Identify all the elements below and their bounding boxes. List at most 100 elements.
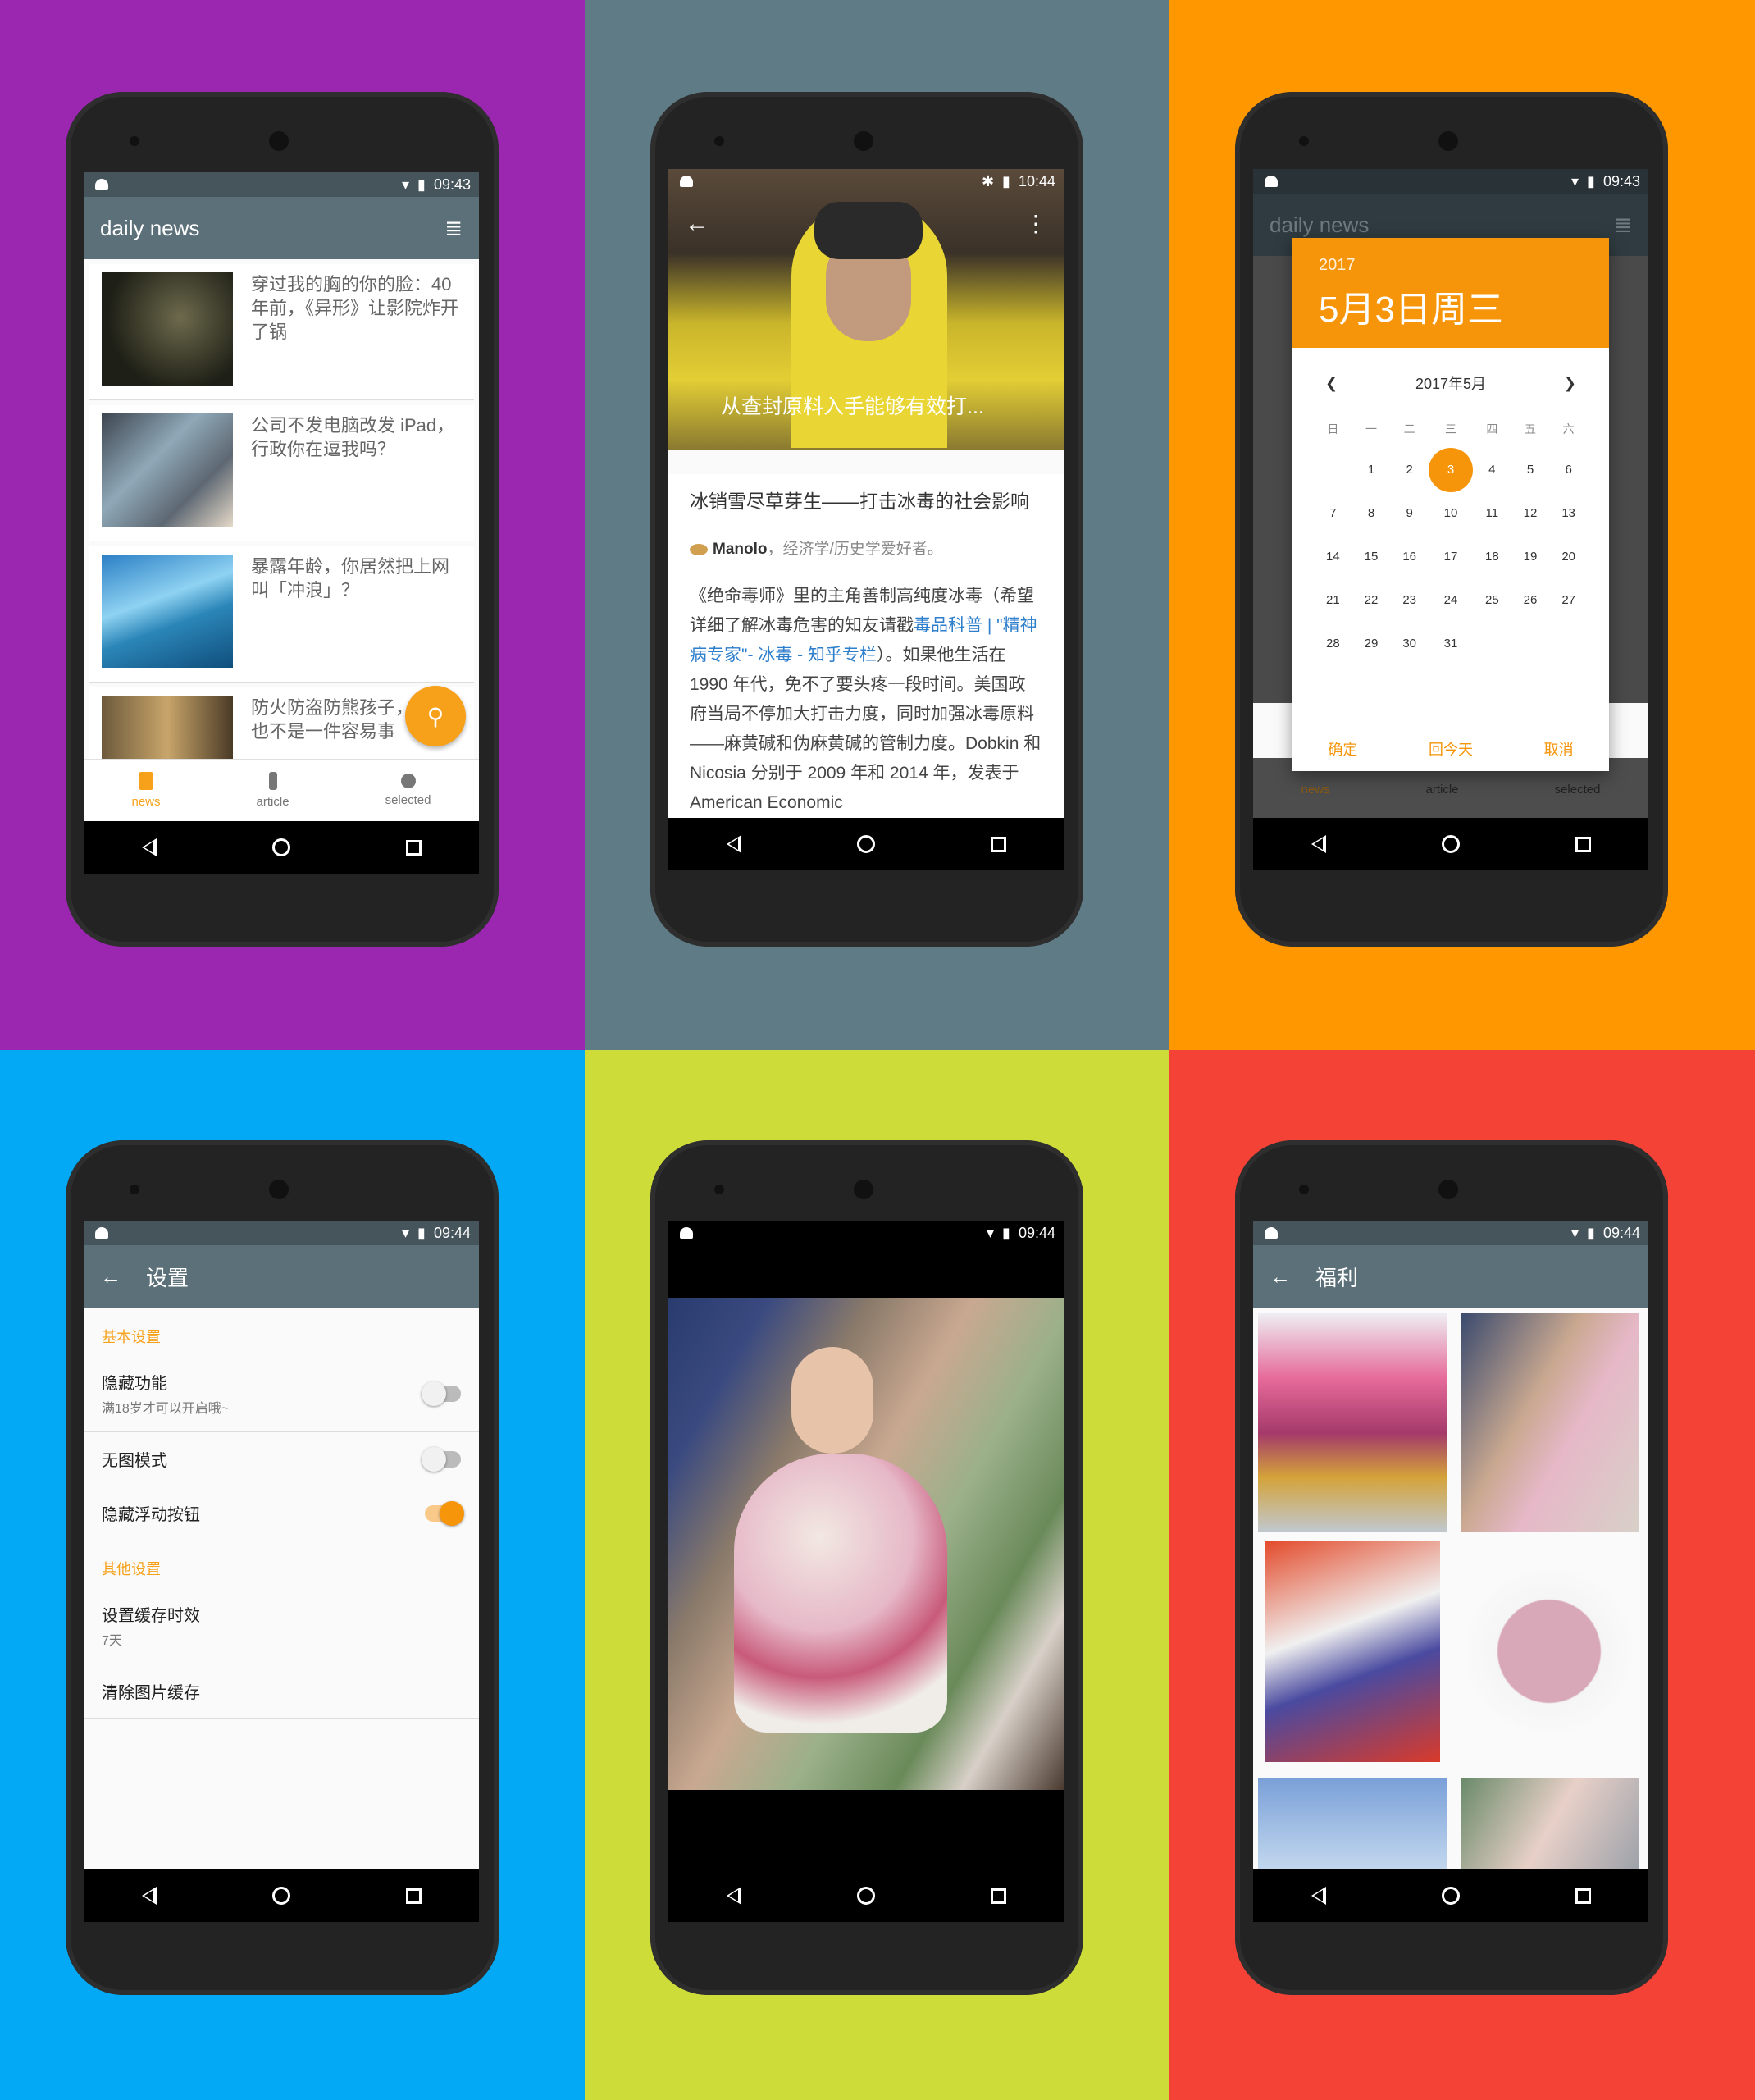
tab-label: article xyxy=(256,795,289,809)
calendar-day[interactable]: 4 xyxy=(1473,448,1511,491)
calendar-day[interactable]: 9 xyxy=(1390,491,1429,535)
day-number: 28 xyxy=(1325,637,1340,651)
menu-icon[interactable]: ≣ xyxy=(1614,212,1632,238)
phone-frame: ▾ ▮ 09:43 daily news ≣ 穿过我的胸的你的脸：40 年前，《异形… xyxy=(66,92,499,947)
chevron-right-icon[interactable]: ❯ xyxy=(1564,375,1576,392)
news-item[interactable]: 暴露年龄，你居然把上网叫「冲浪」？ xyxy=(89,546,474,682)
calendar-day[interactable]: 13 xyxy=(1549,491,1588,535)
calendar-day[interactable]: 2 xyxy=(1390,448,1429,491)
calendar-day[interactable]: 25 xyxy=(1473,578,1511,622)
hero-title: 从查封原料入手能够有效打... xyxy=(721,395,984,418)
home-icon[interactable] xyxy=(1441,1887,1460,1905)
toggle-switch[interactable] xyxy=(422,1381,461,1406)
overflow-menu-icon[interactable]: ⋮ xyxy=(1024,210,1047,237)
gallery-image[interactable] xyxy=(1455,1541,1643,1762)
app-bar: daily news ≣ xyxy=(84,197,479,259)
gallery-image[interactable] xyxy=(1461,1778,1639,1877)
selected-date: 5月3日周三 xyxy=(1319,290,1503,330)
menu-icon[interactable]: ≣ xyxy=(444,216,463,241)
ok-button[interactable]: 确定 xyxy=(1328,738,1357,760)
calendar-day[interactable]: 26 xyxy=(1511,578,1550,622)
android-icon xyxy=(1265,176,1278,187)
calendar-day[interactable]: 23 xyxy=(1390,578,1429,622)
back-arrow-icon[interactable]: ← xyxy=(685,210,709,238)
back-icon[interactable] xyxy=(141,1887,157,1905)
tab-selected[interactable]: selected xyxy=(385,774,431,807)
day-number: 7 xyxy=(1329,506,1337,520)
cancel-button[interactable]: 取消 xyxy=(1544,738,1574,760)
news-item[interactable]: 穿过我的胸的你的脸：40 年前，《异形》让影院炸开了锅 xyxy=(89,264,474,400)
calendar-day[interactable]: 15 xyxy=(1352,535,1391,578)
gallery-image[interactable] xyxy=(1265,1541,1440,1762)
tab-news[interactable]: news xyxy=(132,772,161,809)
calendar-day[interactable]: 8 xyxy=(1352,491,1391,535)
home-icon[interactable] xyxy=(856,835,875,853)
home-icon[interactable] xyxy=(856,1887,875,1905)
setting-cache-time[interactable]: 设置缓存时效 7天 xyxy=(84,1587,479,1664)
back-icon[interactable] xyxy=(726,1887,741,1905)
news-item[interactable]: 公司不发电脑改发 iPad，行政你在逗我吗？ xyxy=(89,405,474,541)
setting-hide-feature[interactable]: 隐藏功能 满18岁才可以开启哦~ xyxy=(84,1355,479,1432)
tab-article[interactable]: article xyxy=(1426,783,1459,797)
calendar-day[interactable]: 7 xyxy=(1314,491,1352,535)
calendar-day[interactable]: 1 xyxy=(1352,448,1391,491)
calendar-day[interactable]: 11 xyxy=(1473,491,1511,535)
bubbles-icon xyxy=(400,774,416,788)
calendar-day[interactable]: 28 xyxy=(1314,622,1352,665)
status-time: 09:43 xyxy=(1602,172,1640,189)
tab-news[interactable]: news xyxy=(1301,783,1330,797)
calendar-day[interactable]: 21 xyxy=(1314,578,1352,622)
recents-icon[interactable] xyxy=(990,836,1006,852)
day-number: 26 xyxy=(1523,593,1538,607)
back-icon[interactable] xyxy=(726,835,741,853)
toggle-switch[interactable] xyxy=(425,1500,464,1526)
calendar-day[interactable]: 19 xyxy=(1511,535,1550,578)
calendar-day[interactable]: 22 xyxy=(1352,578,1391,622)
tab-selected[interactable]: selected xyxy=(1555,783,1601,797)
weekday-label: 日 xyxy=(1327,422,1339,436)
recents-icon[interactable] xyxy=(405,839,422,856)
calendar-day[interactable]: 27 xyxy=(1549,578,1588,622)
setting-hide-fab[interactable]: 隐藏浮动按钮 xyxy=(84,1486,479,1540)
calendar-day[interactable]: 18 xyxy=(1473,535,1511,578)
back-icon[interactable] xyxy=(1311,835,1326,853)
gallery-image[interactable] xyxy=(1461,1312,1639,1532)
calendar-day[interactable]: 20 xyxy=(1549,535,1588,578)
back-arrow-icon[interactable]: ← xyxy=(100,1264,121,1290)
calendar-day[interactable]: 17 xyxy=(1429,535,1473,578)
calendar-day[interactable]: 29 xyxy=(1352,622,1391,665)
recents-icon[interactable] xyxy=(1575,1888,1591,1904)
calendar-day[interactable]: 30 xyxy=(1390,622,1429,665)
calendar-day[interactable]: 5 xyxy=(1511,448,1550,491)
full-image[interactable] xyxy=(668,1298,1064,1790)
recents-icon[interactable] xyxy=(1575,836,1591,852)
back-icon[interactable] xyxy=(1311,1887,1326,1905)
home-icon[interactable] xyxy=(271,1887,290,1905)
back-arrow-icon[interactable]: ← xyxy=(1270,1264,1291,1290)
setting-clear-cache[interactable]: 清除图片缓存 xyxy=(84,1664,479,1719)
gallery-image[interactable] xyxy=(1258,1778,1447,1877)
search-fab[interactable]: ⚲ xyxy=(405,686,466,746)
tab-article[interactable]: article xyxy=(257,772,289,809)
gallery-image[interactable] xyxy=(1258,1312,1447,1532)
back-icon[interactable] xyxy=(141,838,157,856)
calendar-day[interactable]: 31 xyxy=(1429,622,1473,665)
status-bar: ▾ ▮ 09:44 xyxy=(84,1221,479,1245)
calendar-day[interactable]: 12 xyxy=(1511,491,1550,535)
author-line: Manolo，经济学/历史学爱好者。 xyxy=(690,536,1042,559)
recents-icon[interactable] xyxy=(405,1888,422,1904)
calendar-day[interactable]: 10 xyxy=(1429,491,1473,535)
calendar-day[interactable]: 24 xyxy=(1429,578,1473,622)
calendar-day[interactable]: 14 xyxy=(1314,535,1352,578)
calendar-day[interactable]: 3 xyxy=(1429,447,1473,492)
home-icon[interactable] xyxy=(1441,835,1460,853)
calendar-day[interactable]: 16 xyxy=(1390,535,1429,578)
recents-icon[interactable] xyxy=(990,1888,1006,1904)
toggle-switch[interactable] xyxy=(422,1446,461,1472)
setting-no-image[interactable]: 无图模式 xyxy=(84,1432,479,1486)
chevron-left-icon[interactable]: ❮ xyxy=(1325,375,1338,392)
selected-year[interactable]: 2017 xyxy=(1319,256,1583,275)
home-icon[interactable] xyxy=(271,838,290,856)
calendar-day[interactable]: 6 xyxy=(1549,448,1588,491)
today-button[interactable]: 回今天 xyxy=(1429,738,1473,760)
